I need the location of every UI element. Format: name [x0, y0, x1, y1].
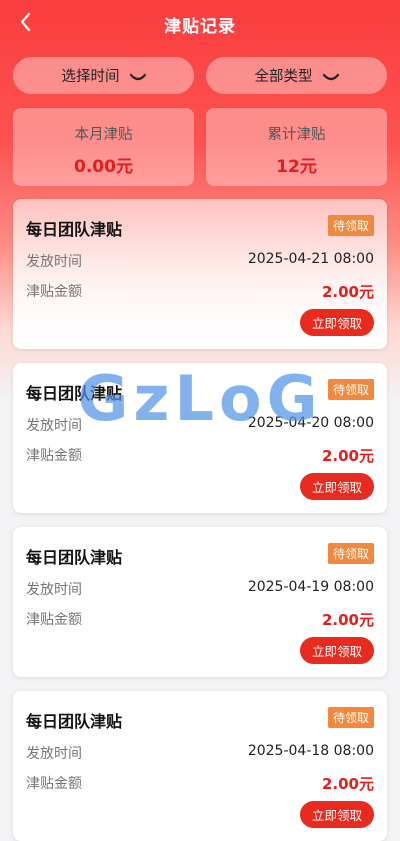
chevron-down-icon [129, 71, 146, 81]
record-card: 每日团队津贴 待领取 发放时间 2025-04-21 08:00 津贴金额 2.… [13, 199, 387, 349]
amount-value: 2.00元 [321, 775, 374, 793]
issue-time-value: 2025-04-19 08:00 [247, 579, 374, 595]
issue-time-value: 2025-04-21 08:00 [247, 251, 374, 267]
status-badge: 待领取 [327, 543, 374, 564]
claim-button[interactable]: 立即领取 [300, 801, 374, 828]
time-filter-dropdown[interactable]: 选择时间 [13, 57, 194, 94]
monthly-allowance-label: 本月津贴 [74, 127, 133, 143]
nav-bar: 津贴记录 [0, 0, 400, 46]
type-filter-dropdown[interactable]: 全部类型 [206, 57, 387, 94]
monthly-allowance-card: 本月津贴 0.00元 [13, 108, 194, 186]
type-filter-label: 全部类型 [254, 69, 313, 85]
record-name: 每日团队津贴 [26, 712, 123, 731]
total-allowance-value: 12元 [276, 157, 317, 177]
amount-value: 2.00元 [321, 611, 374, 629]
page-title: 津贴记录 [164, 17, 236, 37]
amount-row: 津贴金额 2.00元 [26, 773, 374, 793]
issue-time-row: 发放时间 2025-04-18 08:00 [26, 743, 374, 763]
amount-value: 2.00元 [321, 283, 374, 301]
total-allowance-card: 累计津贴 12元 [206, 108, 387, 186]
amount-row: 津贴金额 2.00元 [26, 445, 374, 465]
filter-bar: 选择时间 全部类型 [13, 57, 387, 95]
issue-time-row: 发放时间 2025-04-21 08:00 [26, 251, 374, 271]
amount-value: 2.00元 [321, 447, 374, 465]
amount-label: 津贴金额 [26, 612, 82, 628]
issue-time-row: 发放时间 2025-04-19 08:00 [26, 579, 374, 599]
issue-time-label: 发放时间 [26, 746, 82, 762]
claim-button[interactable]: 立即领取 [300, 473, 374, 500]
amount-label: 津贴金额 [26, 284, 82, 300]
issue-time-label: 发放时间 [26, 254, 82, 270]
claim-button[interactable]: 立即领取 [300, 637, 374, 664]
record-name: 每日团队津贴 [26, 220, 123, 239]
claim-button[interactable]: 立即领取 [300, 309, 374, 336]
record-card: 每日团队津贴 待领取 发放时间 2025-04-19 08:00 津贴金额 2.… [13, 527, 387, 677]
issue-time-value: 2025-04-18 08:00 [247, 743, 374, 759]
monthly-allowance-value: 0.00元 [74, 157, 133, 177]
allowance-summary: 本月津贴 0.00元 累计津贴 12元 [13, 108, 387, 186]
watermark-text: GzLoG [77, 362, 323, 435]
amount-label: 津贴金额 [26, 776, 82, 792]
time-filter-label: 选择时间 [61, 69, 120, 85]
record-name: 每日团队津贴 [26, 548, 123, 567]
issue-time-label: 发放时间 [26, 582, 82, 598]
status-badge: 待领取 [327, 215, 374, 236]
total-allowance-label: 累计津贴 [267, 127, 326, 143]
status-badge: 待领取 [327, 707, 374, 728]
amount-label: 津贴金额 [26, 448, 82, 464]
amount-row: 津贴金额 2.00元 [26, 281, 374, 301]
record-card: 每日团队津贴 待领取 发放时间 2025-04-18 08:00 津贴金额 2.… [13, 691, 387, 841]
amount-row: 津贴金额 2.00元 [26, 609, 374, 629]
chevron-down-icon [322, 71, 339, 81]
